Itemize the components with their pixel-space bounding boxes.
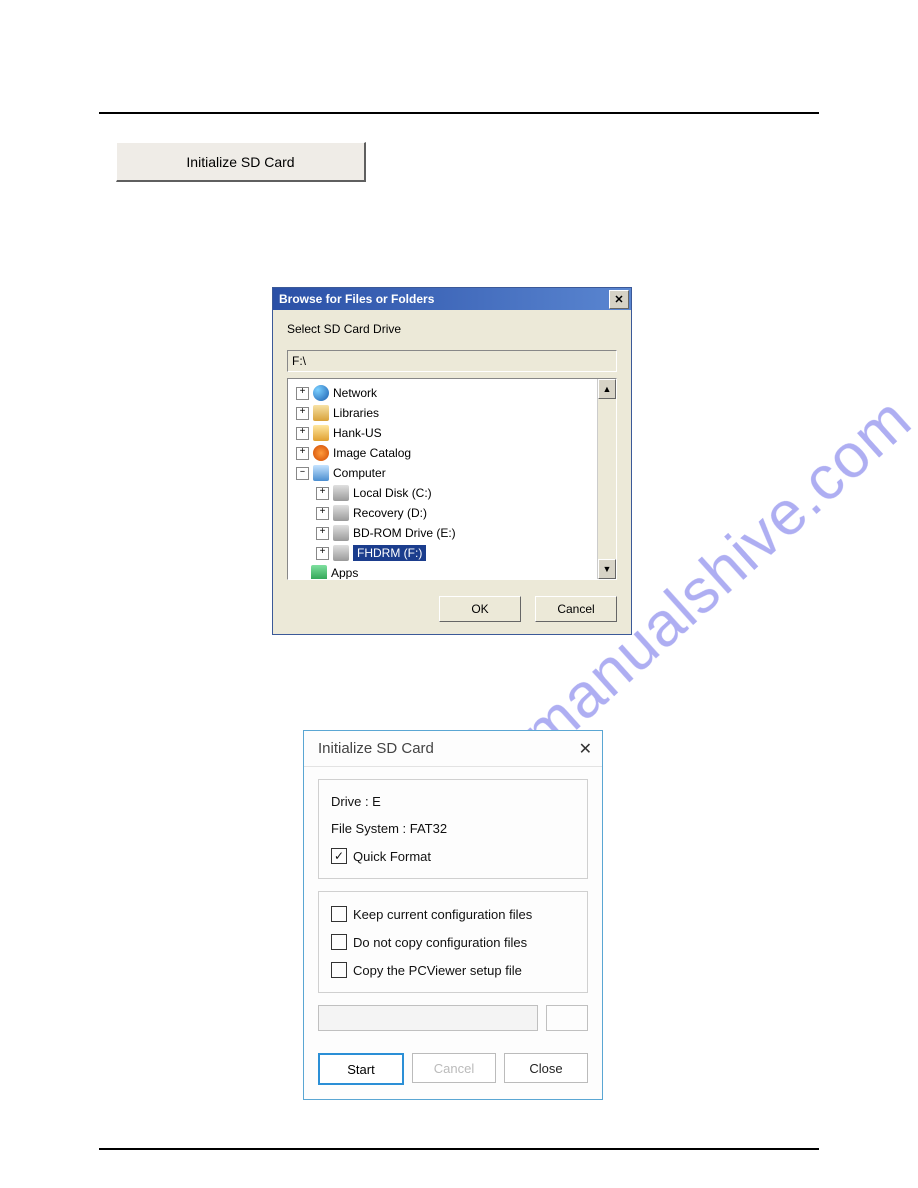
initialize-dialog-title: Initialize SD Card <box>318 740 434 757</box>
browse-instruction: Select SD Card Drive <box>287 322 617 336</box>
network-icon <box>313 385 329 401</box>
expand-icon[interactable]: + <box>316 527 329 540</box>
checkbox-unchecked-icon <box>331 906 347 922</box>
close-button[interactable]: Close <box>504 1053 588 1083</box>
path-input[interactable]: F:\ <box>287 350 617 372</box>
browse-titlebar[interactable]: Browse for Files or Folders ✕ <box>273 288 631 310</box>
tree-label-selected: FHDRM (F:) <box>353 545 426 561</box>
folder-tree[interactable]: + Network + Libraries + Hank-US + <box>287 378 617 580</box>
apps-icon <box>311 565 327 580</box>
tree-item-network[interactable]: + Network <box>292 383 596 403</box>
quick-format-checkbox[interactable]: ✓ Quick Format <box>331 848 575 864</box>
disk-icon <box>333 485 349 501</box>
copy-pcviewer-checkbox[interactable]: Copy the PCViewer setup file <box>331 962 575 978</box>
tree-item-libraries[interactable]: + Libraries <box>292 403 596 423</box>
browse-dialog-title: Browse for Files or Folders <box>279 292 434 306</box>
drive-info-section: Drive : E File System : FAT32 ✓ Quick Fo… <box>318 779 588 879</box>
initialize-titlebar[interactable]: Initialize SD Card ✕ <box>304 731 602 767</box>
scroll-up-icon[interactable]: ▲ <box>598 379 616 399</box>
checkbox-checked-icon: ✓ <box>331 848 347 864</box>
keep-config-label: Keep current configuration files <box>353 907 532 922</box>
drive-label: Drive : E <box>331 794 575 809</box>
no-copy-config-label: Do not copy configuration files <box>353 935 527 950</box>
tree-label: Computer <box>333 466 386 480</box>
tree-label: Recovery (D:) <box>353 506 427 520</box>
close-icon[interactable]: ✕ <box>579 739 592 759</box>
collapse-icon[interactable]: – <box>296 467 309 480</box>
expand-icon[interactable]: + <box>316 547 329 560</box>
tree-label: Hank-US <box>333 426 382 440</box>
cancel-button-label: Cancel <box>557 602 594 616</box>
removable-drive-icon <box>333 545 349 561</box>
optical-drive-icon <box>333 525 349 541</box>
page-top-rule <box>99 112 819 114</box>
catalog-icon <box>313 445 329 461</box>
user-folder-icon <box>313 425 329 441</box>
close-icon[interactable]: ✕ <box>609 290 629 309</box>
checkbox-unchecked-icon <box>331 962 347 978</box>
tree-label: Apps <box>331 566 358 580</box>
no-copy-config-checkbox[interactable]: Do not copy configuration files <box>331 934 575 950</box>
initialize-sd-card-button-label: Initialize SD Card <box>186 154 294 170</box>
quick-format-label: Quick Format <box>353 849 431 864</box>
cancel-button-label: Cancel <box>434 1061 474 1076</box>
progress-percent <box>546 1005 588 1031</box>
computer-icon <box>313 465 329 481</box>
tree-item-fhdrm[interactable]: + FHDRM (F:) <box>292 543 596 563</box>
expand-icon[interactable]: + <box>316 507 329 520</box>
tree-label: BD-ROM Drive (E:) <box>353 526 456 540</box>
expand-icon[interactable]: + <box>296 387 309 400</box>
expand-icon[interactable]: + <box>296 407 309 420</box>
config-options-section: Keep current configuration files Do not … <box>318 891 588 993</box>
cancel-button[interactable]: Cancel <box>412 1053 496 1083</box>
browse-dialog: Browse for Files or Folders ✕ Select SD … <box>272 287 632 635</box>
tree-item-catalog[interactable]: + Image Catalog <box>292 443 596 463</box>
expand-icon[interactable]: + <box>316 487 329 500</box>
initialize-dialog: Initialize SD Card ✕ Drive : E File Syst… <box>303 730 603 1100</box>
tree-item-apps[interactable]: Apps <box>292 563 596 580</box>
tree-item-recovery[interactable]: + Recovery (D:) <box>292 503 596 523</box>
keep-config-checkbox[interactable]: Keep current configuration files <box>331 906 575 922</box>
cancel-button[interactable]: Cancel <box>535 596 617 622</box>
tree-item-local-disk[interactable]: + Local Disk (C:) <box>292 483 596 503</box>
initialize-sd-card-button[interactable]: Initialize SD Card <box>116 142 366 182</box>
progress-bar <box>318 1005 538 1031</box>
libraries-icon <box>313 405 329 421</box>
tree-item-user[interactable]: + Hank-US <box>292 423 596 443</box>
tree-item-bdrom[interactable]: + BD-ROM Drive (E:) <box>292 523 596 543</box>
tree-label: Image Catalog <box>333 446 411 460</box>
filesystem-label: File System : FAT32 <box>331 821 575 836</box>
page-bottom-rule <box>99 1148 819 1150</box>
tree-label: Libraries <box>333 406 379 420</box>
ok-button-label: OK <box>471 602 488 616</box>
disk-icon <box>333 505 349 521</box>
ok-button[interactable]: OK <box>439 596 521 622</box>
start-button[interactable]: Start <box>318 1053 404 1085</box>
checkbox-unchecked-icon <box>331 934 347 950</box>
start-button-label: Start <box>347 1062 374 1077</box>
expand-icon[interactable]: + <box>296 427 309 440</box>
scroll-down-icon[interactable]: ▼ <box>598 559 616 579</box>
expand-icon[interactable]: + <box>296 447 309 460</box>
tree-label: Network <box>333 386 377 400</box>
tree-scrollbar[interactable]: ▲ ▼ <box>597 379 616 579</box>
tree-item-computer[interactable]: – Computer <box>292 463 596 483</box>
tree-label: Local Disk (C:) <box>353 486 432 500</box>
close-button-label: Close <box>529 1061 562 1076</box>
copy-pcviewer-label: Copy the PCViewer setup file <box>353 963 522 978</box>
